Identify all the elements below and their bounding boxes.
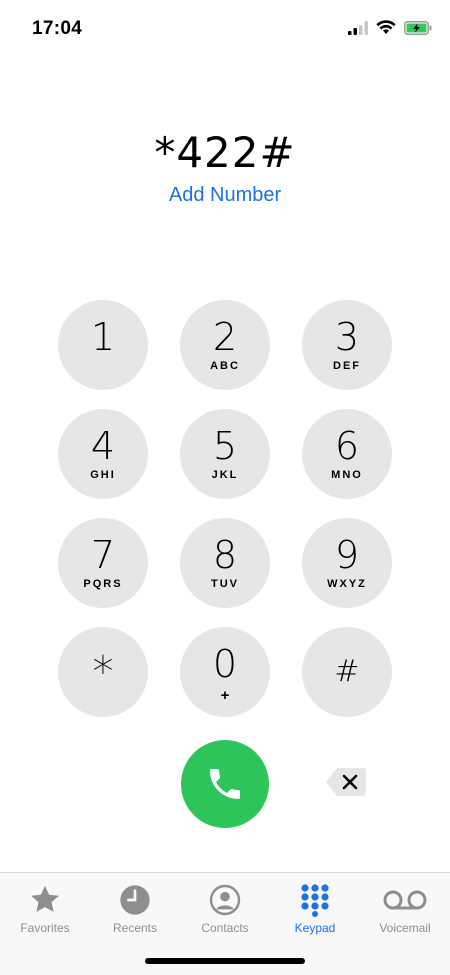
key-3[interactable]: 3 DEF [302, 300, 392, 390]
key-digit: 6 [334, 424, 360, 468]
call-button[interactable] [181, 740, 269, 828]
key-digit: 4 [90, 424, 116, 468]
key-1[interactable]: 1 [58, 300, 148, 390]
star-icon [31, 885, 59, 912]
tab-label: Voicemail [379, 921, 431, 935]
keypad-grid-icon [301, 884, 329, 917]
status-icons [348, 20, 432, 35]
key-8[interactable]: 8 TUV [180, 518, 270, 608]
key-letters: JKL [211, 469, 239, 481]
key-5[interactable]: 5 JKL [180, 409, 270, 499]
key-letters: PQRS [83, 578, 123, 590]
add-number-link[interactable]: Add Number [0, 184, 450, 207]
tab-label: Favorites [20, 921, 70, 935]
key-digit: * [92, 647, 114, 696]
key-2[interactable]: 2 ABC [180, 300, 270, 390]
key-9[interactable]: 9 WXYZ [302, 518, 392, 608]
key-6[interactable]: 6 MNO [302, 409, 392, 499]
key-letters: ABC [210, 360, 240, 372]
key-digit: 8 [212, 533, 238, 577]
battery-charging-icon [404, 20, 432, 35]
tab-label: Contacts [201, 921, 249, 935]
key-0[interactable]: 0 + [180, 627, 270, 717]
cellular-signal-icon [348, 20, 368, 35]
delete-button[interactable] [325, 766, 367, 798]
key-letters: MNO [331, 469, 363, 481]
clock-icon [120, 885, 150, 915]
tab-label: Recents [112, 921, 158, 935]
key-digit: 5 [212, 424, 238, 468]
key-4[interactable]: 4 GHI [58, 409, 148, 499]
key-letters: GHI [90, 469, 116, 481]
key-digit: 2 [212, 315, 238, 359]
key-digit: # [334, 654, 360, 689]
tab-favorites[interactable]: Favorites [0, 883, 90, 943]
backspace-icon [326, 768, 366, 796]
person-icon [209, 884, 241, 916]
key-star[interactable]: * [58, 627, 148, 717]
tab-recents[interactable]: Recents [90, 883, 180, 943]
key-7[interactable]: 7 PQRS [58, 518, 148, 608]
key-letters: DEF [333, 360, 361, 372]
tab-keypad[interactable]: Keypad [270, 883, 360, 943]
key-digit: 9 [334, 533, 360, 577]
dialed-number-display: *422# [154, 128, 296, 177]
key-letters: + [220, 687, 230, 704]
key-digit: 1 [90, 315, 116, 359]
status-bar: 17:04 [0, 0, 450, 56]
key-digit: 3 [334, 315, 360, 359]
tab-contacts[interactable]: Contacts [180, 883, 270, 943]
key-letters: TUV [211, 578, 239, 590]
wifi-icon [376, 20, 396, 34]
key-letters: WXYZ [327, 578, 367, 590]
status-time: 17:04 [32, 18, 83, 39]
key-hash[interactable]: # [302, 627, 392, 717]
voicemail-icon [383, 890, 427, 910]
phone-icon [210, 769, 240, 799]
key-digit: 0 [212, 642, 238, 686]
home-indicator [145, 958, 305, 964]
tab-label: Keypad [294, 921, 336, 935]
tab-voicemail[interactable]: Voicemail [360, 883, 450, 943]
key-digit: 7 [90, 533, 116, 577]
